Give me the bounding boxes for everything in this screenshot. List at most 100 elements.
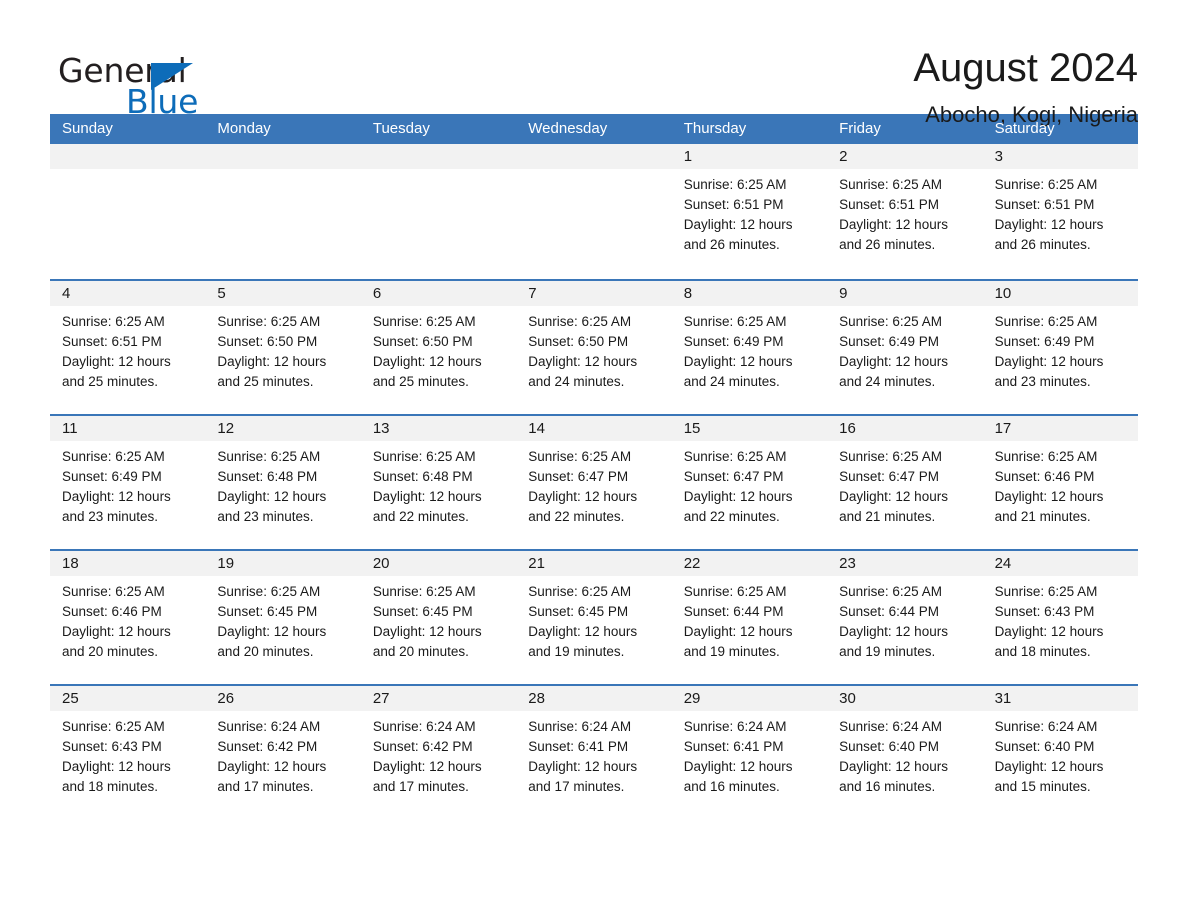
day-number-band: 14 <box>516 416 672 441</box>
sunrise-text: Sunrise: 6:25 AM <box>372 314 476 329</box>
day-number-band <box>516 144 672 169</box>
day-number-band: 2 <box>827 144 983 169</box>
weekday-header-tuesday: Tuesday <box>372 120 430 137</box>
sunrise-text: Sunrise: 6:25 AM <box>839 449 942 464</box>
daylight-text: Daylight: 12 hours and 25 minutes. <box>372 354 482 389</box>
sunset-text: Sunset: 6:51 PM <box>62 334 162 349</box>
day-cell[interactable]: 31 Sunrise: 6:24 AM Sunset: 6:40 PM Dayligh… <box>982 686 1138 819</box>
day-cell[interactable]: 22 Sunrise: 6:25 AM Sunset: 6:44 PM Dayligh… <box>671 551 828 684</box>
day-number-band: 9 <box>827 281 983 306</box>
day-number: 21 <box>528 555 545 572</box>
day-cell[interactable]: 16 Sunrise: 6:25 AM Sunset: 6:47 PM Dayligh… <box>827 416 983 549</box>
sunset-text: Sunset: 6:48 PM <box>372 469 473 484</box>
day-cell[interactable]: 17 Sunrise: 6:25 AM Sunset: 6:46 PM Dayligh… <box>982 416 1138 549</box>
day-cell-empty <box>50 144 206 279</box>
daylight-text: Daylight: 12 hours and 23 minutes. <box>994 354 1104 389</box>
day-number-band: 12 <box>205 416 361 441</box>
sunset-text: Sunset: 6:41 PM <box>683 739 784 754</box>
sunrise-text: Sunrise: 6:24 AM <box>528 719 632 734</box>
day-cell[interactable]: 15 Sunrise: 6:25 AM Sunset: 6:47 PM Dayligh… <box>671 416 828 549</box>
day-number-band: 10 <box>982 281 1138 306</box>
sunset-text: Sunset: 6:43 PM <box>62 739 162 754</box>
generalblue-logo[interactable]: General Blue <box>50 42 240 118</box>
day-cell[interactable]: 20 Sunrise: 6:25 AM Sunset: 6:45 PM Dayligh… <box>360 551 517 684</box>
sunrise-text: Sunrise: 6:25 AM <box>994 584 1098 599</box>
day-cell[interactable]: 4 Sunrise: 6:25 AM Sunset: 6:51 PM Daylight… <box>50 281 206 414</box>
sunset-text: Sunset: 6:48 PM <box>217 469 318 484</box>
day-cell[interactable]: 19 Sunrise: 6:25 AM Sunset: 6:45 PM Dayligh… <box>205 551 361 684</box>
day-cell[interactable]: 7 Sunrise: 6:25 AM Sunset: 6:50 PM Daylight… <box>516 281 672 414</box>
day-details: Sunrise: 6:25 AM Sunset: 6:51 PM Daylight:… <box>672 169 827 255</box>
day-cell[interactable]: 23 Sunrise: 6:25 AM Sunset: 6:44 PM Dayligh… <box>827 551 983 684</box>
day-details: Sunrise: 6:25 AM Sunset: 6:47 PM Daylight:… <box>672 441 827 527</box>
day-cell[interactable]: 12 Sunrise: 6:25 AM Sunset: 6:48 PM Dayligh… <box>205 416 361 549</box>
day-number: 1 <box>683 148 693 165</box>
sunrise-text: Sunrise: 6:25 AM <box>62 449 165 464</box>
day-number-band <box>205 144 361 169</box>
calendar-week-row: 4 Sunrise: 6:25 AM Sunset: 6:51 PM Daylight… <box>50 279 1138 414</box>
daylight-text: Daylight: 12 hours and 18 minutes. <box>62 759 171 794</box>
day-number-band: 24 <box>982 551 1138 576</box>
sunrise-text: Sunrise: 6:25 AM <box>994 314 1098 329</box>
daylight-text: Daylight: 12 hours and 20 minutes. <box>372 624 482 659</box>
day-cell[interactable]: 10 Sunrise: 6:25 AM Sunset: 6:49 PM Dayligh… <box>982 281 1138 414</box>
day-number-band: 8 <box>671 281 828 306</box>
day-cell[interactable]: 28 Sunrise: 6:24 AM Sunset: 6:41 PM Dayligh… <box>516 686 672 819</box>
day-details: Sunrise: 6:25 AM Sunset: 6:51 PM Daylight:… <box>50 306 205 392</box>
weekday-header-row: Sunday Monday Tuesday Wednesday Thursday Frid… <box>50 114 1138 144</box>
sunset-text: Sunset: 6:45 PM <box>372 604 473 619</box>
day-number: 19 <box>217 555 235 572</box>
day-cell[interactable]: 25 Sunrise: 6:25 AM Sunset: 6:43 PM Dayligh… <box>50 686 206 819</box>
day-cell[interactable]: 11 Sunrise: 6:25 AM Sunset: 6:49 PM Dayligh… <box>50 416 206 549</box>
day-cell[interactable]: 3 Sunrise: 6:25 AM Sunset: 6:51 PM Daylight… <box>982 144 1138 279</box>
calendar-week-row: 11 Sunrise: 6:25 AM Sunset: 6:49 PM Dayligh… <box>50 414 1138 549</box>
daylight-text: Daylight: 12 hours and 20 minutes. <box>62 624 171 659</box>
calendar-weeks: 1 Sunrise: 6:25 AM Sunset: 6:51 PM Daylight… <box>50 144 1138 819</box>
sunset-text: Sunset: 6:51 PM <box>994 197 1095 212</box>
day-cell[interactable]: 8 Sunrise: 6:25 AM Sunset: 6:49 PM Daylight… <box>671 281 828 414</box>
daylight-text: Daylight: 12 hours and 26 minutes. <box>839 217 948 252</box>
sunrise-text: Sunrise: 6:25 AM <box>217 314 321 329</box>
daylight-text: Daylight: 12 hours and 25 minutes. <box>62 354 171 389</box>
sunrise-text: Sunrise: 6:24 AM <box>994 719 1098 734</box>
sunset-text: Sunset: 6:40 PM <box>994 739 1095 754</box>
day-cell[interactable]: 26 Sunrise: 6:24 AM Sunset: 6:42 PM Dayligh… <box>205 686 361 819</box>
day-details: Sunrise: 6:25 AM Sunset: 6:46 PM Daylight:… <box>50 576 205 662</box>
day-details: Sunrise: 6:25 AM Sunset: 6:45 PM Daylight:… <box>516 576 671 662</box>
day-cell[interactable]: 29 Sunrise: 6:24 AM Sunset: 6:41 PM Dayligh… <box>671 686 828 819</box>
day-cell[interactable]: 6 Sunrise: 6:25 AM Sunset: 6:50 PM Daylight… <box>360 281 517 414</box>
day-cell[interactable]: 13 Sunrise: 6:25 AM Sunset: 6:48 PM Dayligh… <box>360 416 517 549</box>
sunrise-text: Sunrise: 6:24 AM <box>839 719 942 734</box>
day-cell[interactable]: 27 Sunrise: 6:24 AM Sunset: 6:42 PM Dayligh… <box>360 686 517 819</box>
day-details: Sunrise: 6:25 AM Sunset: 6:43 PM Daylight:… <box>983 576 1138 662</box>
day-number: 16 <box>839 420 856 437</box>
day-number: 6 <box>372 285 382 302</box>
day-cell[interactable]: 30 Sunrise: 6:24 AM Sunset: 6:40 PM Dayligh… <box>827 686 983 819</box>
day-details: Sunrise: 6:24 AM Sunset: 6:42 PM Daylight:… <box>205 711 360 797</box>
day-cell[interactable]: 2 Sunrise: 6:25 AM Sunset: 6:51 PM Daylight… <box>827 144 983 279</box>
day-cell[interactable]: 5 Sunrise: 6:25 AM Sunset: 6:50 PM Daylight… <box>205 281 361 414</box>
weekday-header-monday: Monday <box>217 120 271 137</box>
day-cell[interactable]: 18 Sunrise: 6:25 AM Sunset: 6:46 PM Dayligh… <box>50 551 206 684</box>
sunset-text: Sunset: 6:49 PM <box>683 334 784 349</box>
sunset-text: Sunset: 6:51 PM <box>683 197 784 212</box>
sunset-text: Sunset: 6:50 PM <box>528 334 629 349</box>
day-number: 13 <box>372 420 390 437</box>
page-header: General Blue August 2024 Abocho, Kogi, N… <box>50 0 1138 127</box>
day-cell[interactable]: 21 Sunrise: 6:25 AM Sunset: 6:45 PM Dayligh… <box>516 551 672 684</box>
day-cell[interactable]: 14 Sunrise: 6:25 AM Sunset: 6:47 PM Dayligh… <box>516 416 672 549</box>
sunrise-text: Sunrise: 6:25 AM <box>372 584 476 599</box>
sunset-text: Sunset: 6:43 PM <box>994 604 1095 619</box>
day-details: Sunrise: 6:25 AM Sunset: 6:49 PM Daylight:… <box>50 441 205 527</box>
day-number: 2 <box>839 148 848 165</box>
day-details: Sunrise: 6:25 AM Sunset: 6:43 PM Daylight:… <box>50 711 205 797</box>
day-cell[interactable]: 1 Sunrise: 6:25 AM Sunset: 6:51 PM Daylight… <box>671 144 828 279</box>
sunrise-text: Sunrise: 6:25 AM <box>217 584 321 599</box>
day-details <box>516 169 671 175</box>
daylight-text: Daylight: 12 hours and 19 minutes. <box>839 624 948 659</box>
day-cell[interactable]: 9 Sunrise: 6:25 AM Sunset: 6:49 PM Daylight… <box>827 281 983 414</box>
sunrise-text: Sunrise: 6:25 AM <box>683 177 787 192</box>
daylight-text: Daylight: 12 hours and 20 minutes. <box>217 624 327 659</box>
day-details: Sunrise: 6:25 AM Sunset: 6:49 PM Daylight:… <box>827 306 982 392</box>
day-cell[interactable]: 24 Sunrise: 6:25 AM Sunset: 6:43 PM Dayligh… <box>982 551 1138 684</box>
